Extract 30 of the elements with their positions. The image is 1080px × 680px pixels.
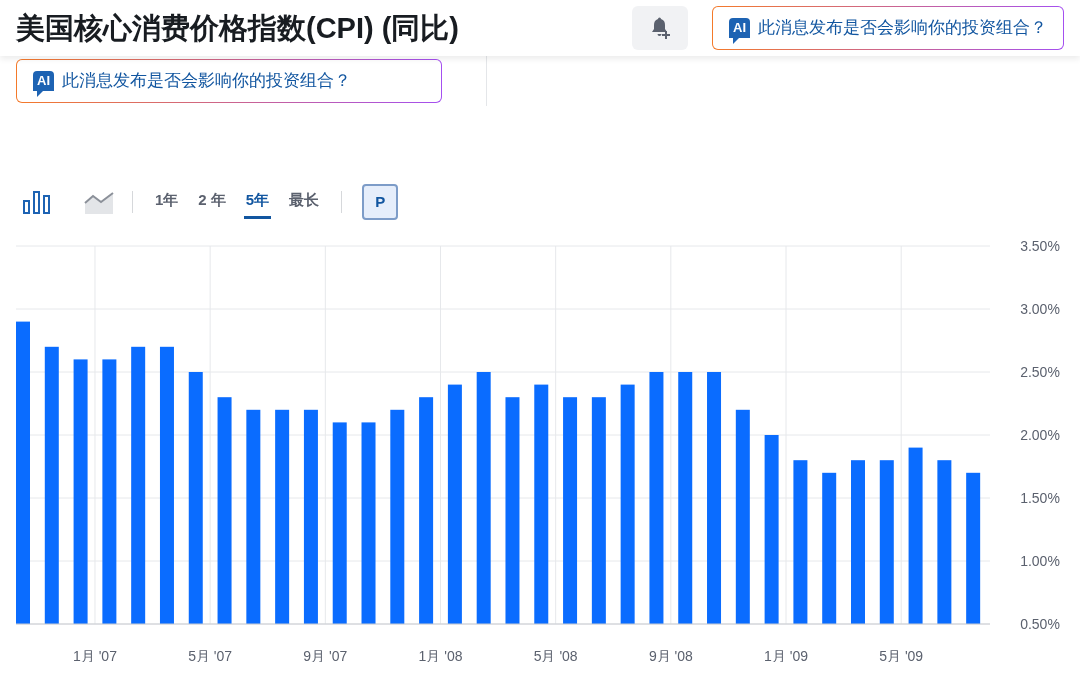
x-axis-label: 9月 '07 (303, 648, 348, 662)
y-axis-label: 0.50% (1020, 616, 1060, 632)
y-axis-label: 3.00% (1020, 301, 1060, 317)
x-axis-label: 5月 '07 (188, 648, 233, 662)
y-axis-label: 2.50% (1020, 364, 1060, 380)
area-chart-icon (84, 189, 114, 215)
x-axis-label: 1月 '08 (418, 648, 463, 662)
y-axis-label: 1.00% (1020, 553, 1060, 569)
x-axis-label: 1月 '09 (764, 648, 808, 662)
y-axis-label: 1.50% (1020, 490, 1060, 506)
x-axis-label: 5月 '09 (879, 648, 924, 662)
range-tab[interactable]: 1年 (153, 185, 181, 219)
x-axis-label: 9月 '08 (648, 648, 693, 662)
bar-chart-icon (22, 189, 52, 215)
button-label: 此消息发布是否会影响你的投资组合？ (758, 17, 1047, 40)
page-title: 美国核心消费价格指数(CPI) (同比) (16, 10, 460, 46)
x-axis-label: 1月 '07 (73, 648, 117, 662)
p-toggle-button[interactable]: P (362, 184, 399, 220)
ai-prompt-button[interactable]: AI 此消息发布是否会影响你的投资组合？ (16, 59, 442, 103)
x-axis-label: 5月 '08 (533, 648, 578, 662)
y-axis-label: 2.00% (1020, 427, 1060, 443)
ai-badge: AI (729, 18, 750, 44)
range-tab[interactable]: 最长 (287, 185, 322, 219)
alert-button[interactable] (632, 6, 688, 50)
y-axis-label: 3.50% (1020, 238, 1060, 254)
ai-badge: AI (33, 71, 54, 97)
button-label: 此消息发布是否会影响你的投资组合？ (62, 70, 351, 93)
range-tab[interactable]: 2 年 (196, 185, 228, 219)
range-tab[interactable]: 5年 (243, 185, 272, 219)
ai-prompt-button[interactable]: AI 此消息发布是否会影响你的投资组合？ (712, 6, 1064, 50)
